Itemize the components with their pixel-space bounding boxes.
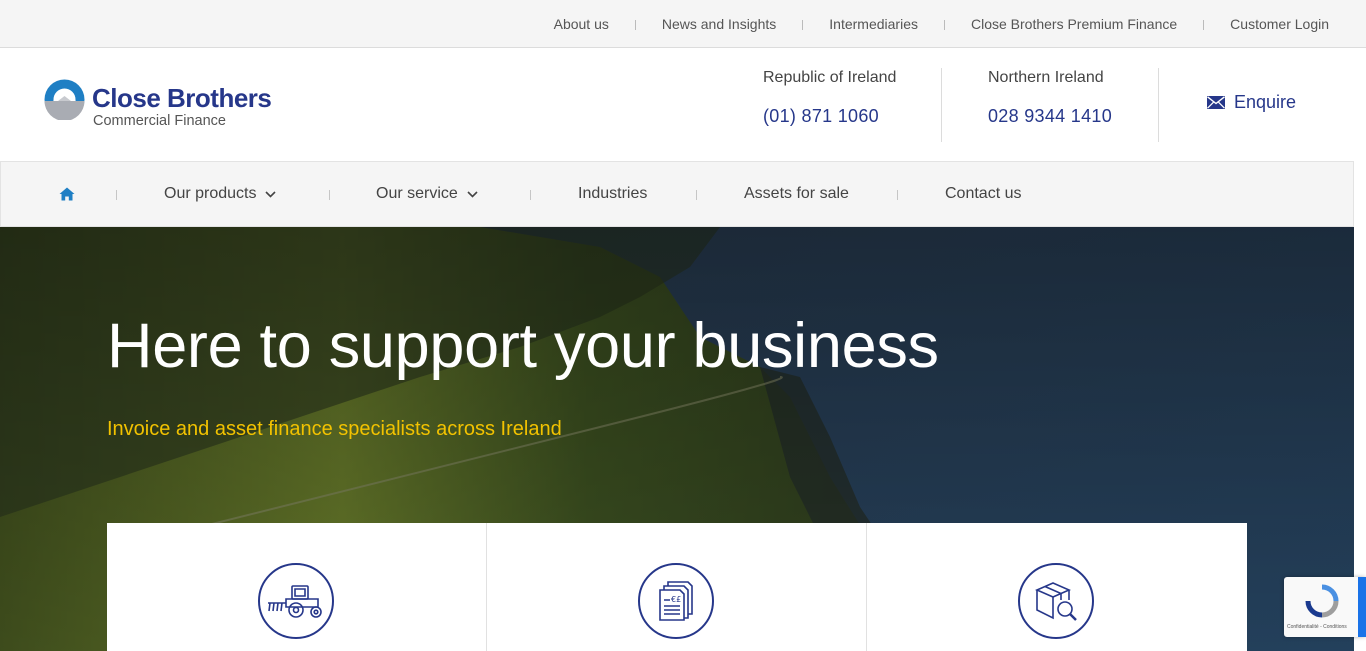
home-icon	[59, 187, 75, 201]
nav-label: Our products	[164, 185, 257, 202]
logo-name: Close Brothers	[92, 83, 272, 113]
feature-card[interactable]	[107, 523, 487, 651]
contact-region-label: Republic of Ireland	[763, 69, 897, 86]
ni-phone-link[interactable]: 028 9344 1410	[988, 106, 1112, 127]
nav-label: Our service	[376, 185, 458, 202]
nav-divider	[696, 190, 697, 200]
nav-our-service[interactable]: Our service	[376, 162, 478, 226]
site-header: Close Brothers Commercial Finance Republ…	[0, 48, 1354, 161]
nav-divider	[116, 190, 117, 200]
contact-region-label: Northern Ireland	[988, 69, 1104, 86]
chevron-down-icon	[265, 190, 277, 198]
feature-card[interactable]: €£	[487, 523, 867, 651]
nav-contact-us[interactable]: Contact us	[945, 162, 1021, 226]
envelope-icon	[1207, 96, 1225, 109]
nav-home[interactable]	[50, 162, 75, 226]
about-us-link[interactable]: About us	[554, 16, 609, 32]
svg-text:€£: €£	[671, 595, 681, 604]
recaptcha-icon	[1305, 584, 1339, 618]
hero-title: Here to support your business	[107, 311, 939, 381]
header-divider	[1158, 68, 1159, 142]
feature-cards: €£	[107, 523, 1247, 651]
enquire-button[interactable]: Enquire	[1207, 92, 1296, 113]
roi-phone-link[interactable]: (01) 871 1060	[763, 106, 896, 127]
logo-subtitle: Commercial Finance	[93, 113, 226, 129]
logo-mark-icon	[44, 79, 85, 120]
recaptcha-badge[interactable]: Confidentialité - Conditions	[1284, 577, 1366, 637]
contact-northern-ireland: Northern Ireland 028 9344 1410	[988, 69, 1112, 144]
box-search-icon	[1035, 582, 1077, 621]
chevron-down-icon	[467, 190, 478, 198]
tractor-icon	[268, 585, 322, 618]
news-insights-link[interactable]: News and Insights	[662, 16, 776, 32]
close-brothers-logo[interactable]: Close Brothers Commercial Finance	[44, 78, 294, 129]
recaptcha-terms: Confidentialité - Conditions	[1287, 624, 1347, 630]
intermediaries-link[interactable]: Intermediaries	[829, 16, 918, 32]
premium-finance-link[interactable]: Close Brothers Premium Finance	[971, 16, 1177, 32]
nav-industries[interactable]: Industries	[578, 162, 647, 226]
header-divider	[941, 68, 942, 142]
nav-divider	[329, 190, 330, 200]
card-icon-circle	[1018, 563, 1094, 639]
feature-card[interactable]	[867, 523, 1247, 651]
invoice-documents-icon: €£	[659, 581, 693, 621]
utility-divider	[802, 20, 804, 30]
enquire-label: Enquire	[1234, 92, 1297, 112]
hero-subtitle: Invoice and asset finance specialists ac…	[107, 418, 562, 440]
main-navigation: Our products Our service Industries Asse…	[0, 161, 1354, 227]
nav-divider	[530, 190, 531, 200]
nav-our-products[interactable]: Our products	[164, 162, 277, 226]
customer-login-link[interactable]: Customer Login	[1230, 16, 1329, 32]
nav-assets-for-sale[interactable]: Assets for sale	[744, 162, 849, 226]
utility-divider	[943, 20, 945, 30]
utility-divider	[1203, 20, 1205, 30]
card-icon-circle: €£	[638, 563, 714, 639]
utility-links: About us News and Insights Intermediarie…	[554, 0, 1329, 47]
nav-divider	[897, 190, 898, 200]
recaptcha-tab	[1358, 577, 1366, 637]
top-utility-bar: About us News and Insights Intermediarie…	[0, 0, 1366, 48]
card-icon-circle	[258, 563, 334, 639]
utility-divider	[634, 20, 636, 30]
contact-republic-of-ireland: Republic of Ireland (01) 871 1060	[763, 69, 896, 144]
